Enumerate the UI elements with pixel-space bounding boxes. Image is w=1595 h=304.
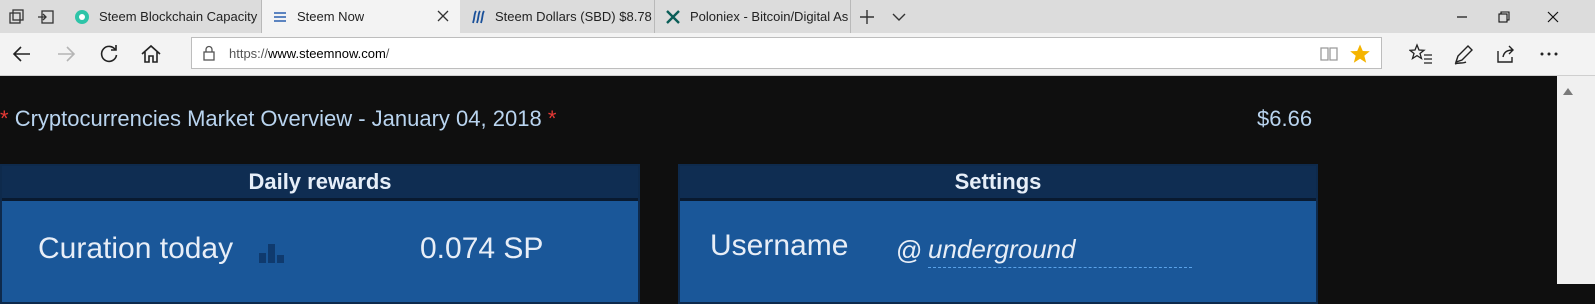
url-host: www.steemnow.com [268, 46, 386, 61]
tab-strip: Steem Blockchain Capacity - Steem Now St… [0, 0, 1595, 33]
navigation-bar: https://www.steemnow.com/ [0, 33, 1595, 76]
tab-manager-icon[interactable] [8, 8, 26, 26]
tab-title: Steem Dollars (SBD) $8.78 ( [495, 9, 654, 24]
steem-logo-icon [74, 9, 90, 25]
username-label: Username [710, 229, 849, 262]
page-scrollbar[interactable] [1557, 76, 1595, 284]
close-window-icon[interactable] [1530, 0, 1576, 33]
steem-price: $6.66 [1257, 106, 1313, 131]
url-scheme: https:// [229, 46, 269, 61]
headline-asterisk-right: * [547, 106, 557, 131]
favorite-star-icon[interactable] [1349, 43, 1371, 70]
refresh-icon[interactable] [97, 42, 121, 66]
headline-asterisk-left: * [0, 106, 9, 131]
tab-poloniex[interactable]: Poloniex - Bitcoin/Digital As [655, 0, 851, 33]
scroll-up-arrow-icon[interactable] [1563, 82, 1573, 100]
favorites-hub-icon[interactable] [1409, 42, 1433, 66]
web-note-pen-icon[interactable] [1452, 42, 1476, 66]
tab-title: Poloniex - Bitcoin/Digital As [690, 9, 849, 24]
set-tabs-aside-icon[interactable] [37, 8, 55, 26]
list-page-icon [272, 9, 288, 25]
minimize-window-icon[interactable] [1439, 0, 1485, 33]
more-actions-icon[interactable] [1537, 42, 1561, 66]
daily-rewards-title: Daily rewards [2, 166, 638, 201]
back-arrow-icon[interactable] [10, 42, 34, 66]
lock-icon[interactable] [202, 45, 216, 66]
close-tab-icon[interactable] [436, 9, 450, 23]
at-symbol: @ [896, 235, 923, 265]
settings-panel: Settings Username @ underground [678, 164, 1318, 304]
tab-title: Steem Now [297, 9, 365, 24]
bar-chart-icon[interactable] [258, 241, 286, 268]
curation-today-value: 0.074 SP [420, 232, 544, 265]
share-icon[interactable] [1494, 42, 1518, 66]
tab-steem-dollars[interactable]: Steem Dollars (SBD) $8.78 ( [460, 0, 655, 33]
username-input[interactable]: underground [928, 234, 1192, 268]
page-headline: * Cryptocurrencies Market Overview - Jan… [0, 106, 556, 132]
new-tab-icon[interactable] [858, 8, 876, 26]
restore-window-icon[interactable] [1481, 0, 1527, 33]
tab-title: Steem Blockchain Capacity - [99, 9, 261, 24]
steem-logo-icon [470, 9, 486, 25]
url-path: / [385, 46, 390, 61]
reading-view-icon[interactable] [1319, 45, 1339, 68]
headline-text: Cryptocurrencies Market Overview - Janua… [14, 106, 542, 131]
address-bar[interactable]: https://www.steemnow.com/ [191, 37, 1382, 69]
url-text[interactable]: https://www.steemnow.com/ [229, 46, 389, 61]
web-page: * Cryptocurrencies Market Overview - Jan… [0, 76, 1557, 304]
tab-steem-now[interactable]: Steem Now [262, 0, 460, 33]
daily-rewards-panel: Daily rewards Curation today 0.074 SP [0, 164, 640, 304]
curation-today-label: Curation today [38, 232, 234, 265]
tab-steem-blockchain-capacity[interactable]: Steem Blockchain Capacity - [64, 0, 262, 33]
home-icon[interactable] [139, 42, 163, 66]
forward-arrow-icon[interactable] [54, 42, 78, 66]
poloniex-icon [665, 9, 681, 25]
settings-title: Settings [680, 166, 1316, 201]
tab-preview-chevron-icon[interactable] [890, 8, 908, 26]
